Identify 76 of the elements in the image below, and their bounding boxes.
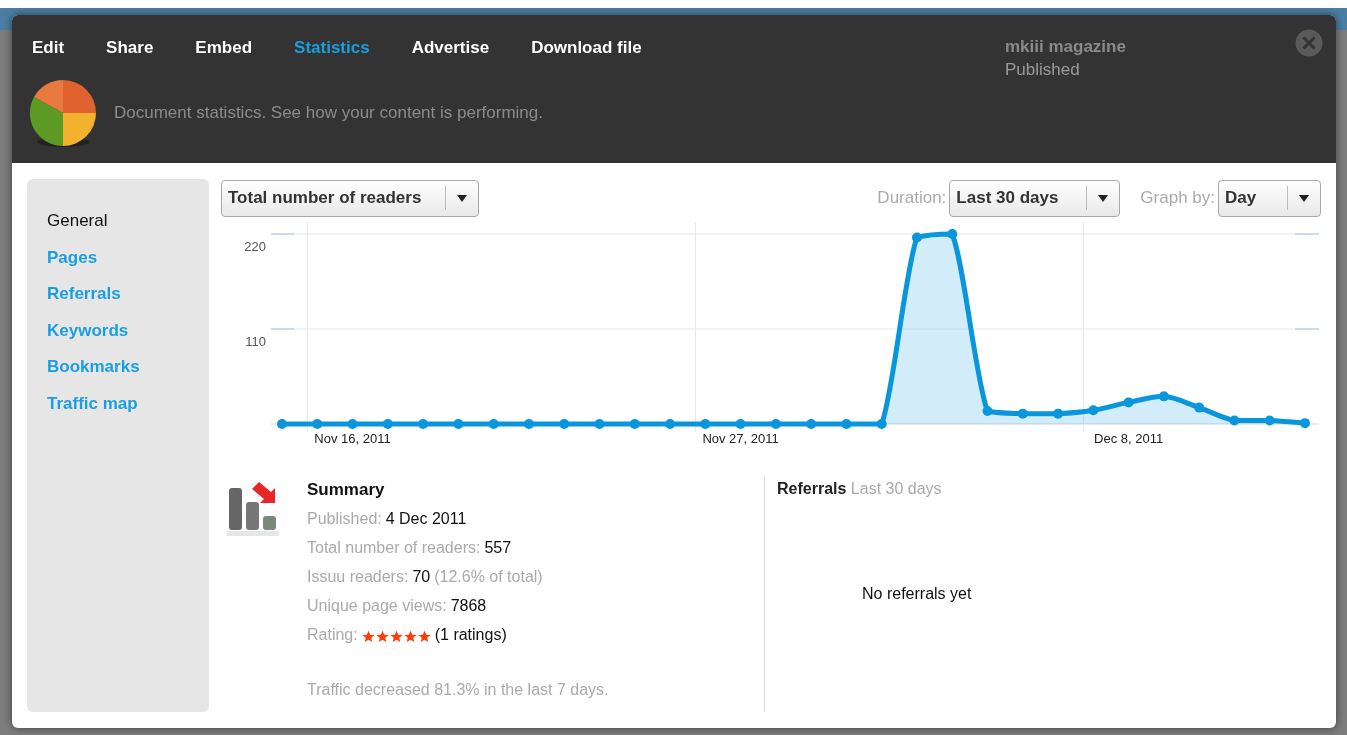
data-point — [1088, 405, 1099, 416]
data-point — [629, 419, 640, 429]
tab[interactable]: Statistics — [294, 37, 370, 59]
field-label: Rating: — [307, 625, 358, 645]
data-point — [594, 419, 605, 429]
field-label: Issuu readers: — [307, 567, 409, 587]
data-point — [1123, 397, 1134, 408]
data-point — [418, 419, 429, 429]
caret-icon — [1299, 194, 1309, 202]
data-point — [347, 419, 358, 429]
data-point — [382, 419, 393, 429]
data-point — [1300, 418, 1310, 429]
data-point — [559, 419, 570, 429]
axis-label: 110 — [245, 334, 266, 349]
data-point — [312, 419, 323, 429]
data-point — [1158, 391, 1169, 402]
graph-by-label: Graph by: — [1140, 188, 1215, 208]
axis-label: Nov 16, 2011 — [314, 431, 391, 446]
data-point — [735, 419, 746, 429]
star-icon — [375, 630, 389, 643]
axis-label: Dec 8, 2011 — [1094, 431, 1164, 446]
axis-label: 220 — [244, 239, 266, 254]
tab[interactable]: Share — [106, 37, 154, 59]
referrals-period: Last 30 days — [850, 480, 942, 497]
axis-label: Nov 27, 2011 — [702, 431, 779, 446]
caret-icon — [457, 194, 467, 202]
sidebar-item[interactable]: General — [47, 203, 108, 240]
field-value: (1 ratings) — [434, 625, 507, 645]
empty-message: No referrals yet — [862, 585, 973, 603]
data-point — [700, 419, 711, 429]
referrals-title: Referrals — [777, 480, 847, 497]
summary-title: Summary — [307, 480, 386, 501]
tab[interactable]: Edit — [32, 37, 65, 59]
tab[interactable]: Download file — [531, 37, 642, 59]
field-value: 557 — [484, 538, 512, 558]
data-point — [488, 419, 499, 429]
data-point — [665, 419, 676, 429]
data-point — [1264, 415, 1275, 426]
field-note: (12.6% of total) — [434, 567, 543, 587]
star-icon — [361, 630, 375, 643]
trend-text: Traffic decreased 81.3% in the last 7 days. — [307, 681, 609, 699]
data-point — [1053, 408, 1064, 419]
data-point — [1229, 415, 1240, 426]
close-button[interactable] — [1295, 29, 1323, 57]
field-label: Total number of readers: — [307, 538, 481, 558]
data-point — [1017, 408, 1028, 419]
data-point — [523, 419, 534, 429]
data-point — [982, 406, 993, 417]
document-status: Published — [1005, 60, 1081, 80]
star-icon — [389, 630, 403, 643]
graph-by-dropdown[interactable]: Day — [1218, 179, 1321, 217]
description: Document statistics. See how your content is performing. — [114, 103, 543, 123]
document-title: mkiii magazine — [1005, 37, 1127, 57]
star-icon — [417, 630, 431, 643]
caret-icon — [1098, 194, 1109, 202]
data-point — [876, 419, 887, 429]
metric-dropdown[interactable]: Total number of readers — [221, 179, 479, 217]
data-point — [806, 419, 817, 429]
data-point — [1194, 402, 1205, 413]
field-value: 4 Dec 2011 — [385, 509, 467, 529]
data-point — [841, 419, 852, 429]
pie-chart-icon — [28, 78, 98, 148]
tab[interactable]: Embed — [195, 37, 253, 59]
duration-dropdown[interactable]: Last 30 days — [949, 179, 1121, 217]
data-point — [911, 232, 922, 243]
star-icon — [403, 630, 417, 643]
data-point — [947, 229, 958, 239]
field-value: 7868 — [450, 596, 487, 616]
field-label: Published: — [307, 509, 382, 529]
data-point — [277, 419, 287, 429]
data-point — [770, 419, 781, 429]
duration-label: Duration: — [877, 188, 947, 208]
field-label: Unique page views: — [307, 596, 447, 616]
field-value: 70 — [412, 567, 431, 587]
data-point — [453, 419, 464, 429]
tab[interactable]: Advertise — [411, 37, 490, 59]
